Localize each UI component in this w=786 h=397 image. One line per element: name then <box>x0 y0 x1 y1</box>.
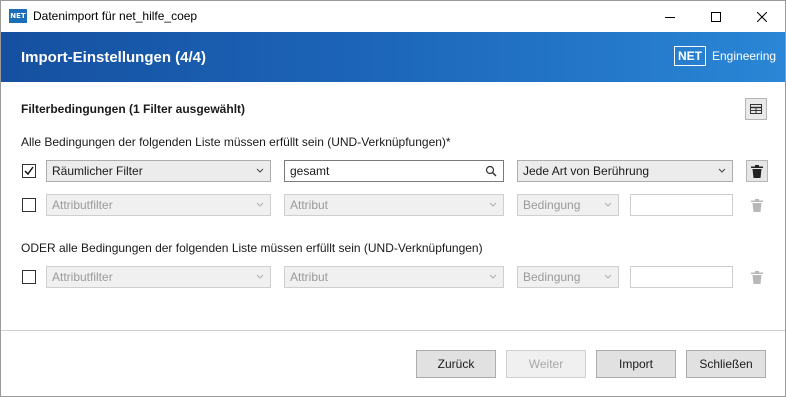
chevron-down-icon <box>256 274 264 279</box>
title-bar: NET Datenimport für net_hilfe_coep <box>1 1 785 32</box>
table-view-button[interactable] <box>745 98 767 120</box>
page-title: Import-Einstellungen (4/4) <box>21 49 207 66</box>
table-icon <box>750 104 762 114</box>
close-button[interactable]: Schließen <box>686 350 766 378</box>
close-window-button[interactable] <box>739 1 785 32</box>
filter-section-title: Filterbedingungen (1 Filter ausgewählt) <box>21 102 246 116</box>
row2-condition-select[interactable]: Bedingung <box>517 194 619 216</box>
or-caption: ODER alle Bedingungen der folgenden List… <box>21 241 483 255</box>
chevron-down-icon <box>256 168 264 173</box>
row1-condition-select[interactable]: Jede Art von Berührung <box>517 160 733 182</box>
row2-attribute-select[interactable]: Attribut <box>284 194 504 216</box>
chevron-down-icon <box>489 274 497 279</box>
row1-filter-type-select[interactable]: Räumlicher Filter <box>46 160 271 182</box>
footer-divider <box>1 330 785 331</box>
row2-condition-value: Bedingung <box>523 198 581 212</box>
close-icon <box>757 11 767 22</box>
row2-filter-type-value: Attributfilter <box>52 198 113 212</box>
row2-filter-type-select[interactable]: Attributfilter <box>46 194 271 216</box>
row1-filter-type-value: Räumlicher Filter <box>52 164 143 178</box>
row2-checkbox[interactable] <box>22 198 36 212</box>
chevron-down-icon <box>604 202 612 207</box>
row1-checkbox[interactable] <box>22 164 36 178</box>
row1-condition-value: Jede Art von Berührung <box>523 164 650 178</box>
row1-delete-button[interactable] <box>746 160 768 182</box>
back-button[interactable]: Zurück <box>416 350 496 378</box>
row3-condition-value: Bedingung <box>523 270 581 284</box>
header-banner: Import-Einstellungen (4/4) NET Engineeri… <box>1 32 785 82</box>
maximize-button[interactable] <box>693 1 739 32</box>
row3-delete-button[interactable] <box>746 266 768 288</box>
row3-condition-select[interactable]: Bedingung <box>517 266 619 288</box>
import-button[interactable]: Import <box>596 350 676 378</box>
row2-attribute-value: Attribut <box>290 198 329 212</box>
and-caption: Alle Bedingungen der folgenden Liste müs… <box>21 135 451 149</box>
window-title: Datenimport für net_hilfe_coep <box>33 9 198 23</box>
row1-search-value: gesamt <box>290 164 330 178</box>
minimize-icon <box>665 16 675 18</box>
row3-attribute-value: Attribut <box>290 270 329 284</box>
row3-filter-type-select[interactable]: Attributfilter <box>46 266 271 288</box>
chevron-down-icon <box>489 202 497 207</box>
logo-text: Engineering <box>712 49 777 63</box>
app-icon: NET <box>9 9 27 23</box>
dialog-window: NET Datenimport für net_hilfe_coep Impor… <box>0 0 786 397</box>
minimize-button[interactable] <box>647 1 693 32</box>
maximize-icon <box>711 11 721 22</box>
trash-icon <box>751 164 763 178</box>
company-logo: NET Engineering <box>674 46 776 66</box>
chevron-down-icon <box>604 274 612 279</box>
next-button[interactable]: Weiter <box>506 350 586 378</box>
search-icon[interactable] <box>485 165 497 177</box>
row3-attribute-select[interactable]: Attribut <box>284 266 504 288</box>
trash-icon <box>751 270 763 284</box>
row3-filter-type-value: Attributfilter <box>52 270 113 284</box>
trash-icon <box>751 198 763 212</box>
row1-search-field[interactable]: gesamt <box>284 160 504 182</box>
row2-value-field[interactable] <box>630 194 733 216</box>
chevron-down-icon <box>718 168 726 173</box>
checkmark-icon <box>24 166 34 176</box>
chevron-down-icon <box>256 202 264 207</box>
row3-value-field[interactable] <box>630 266 733 288</box>
logo-box: NET <box>674 46 706 66</box>
row3-checkbox[interactable] <box>22 270 36 284</box>
row2-delete-button[interactable] <box>746 194 768 216</box>
